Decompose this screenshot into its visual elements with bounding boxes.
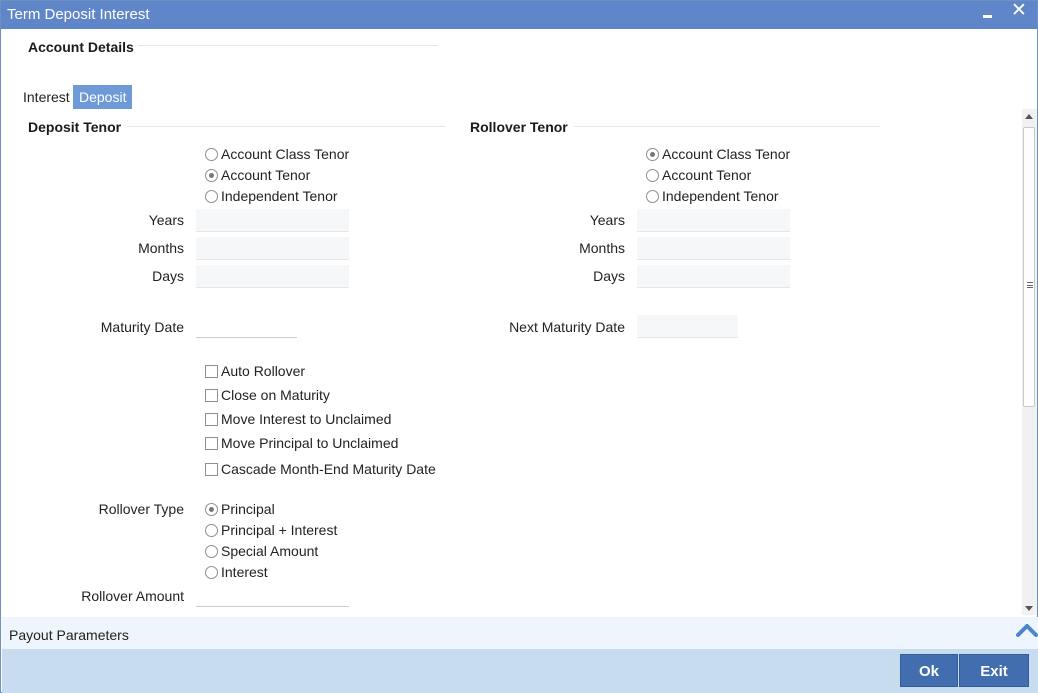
rollover-tenor-account-class-radio[interactable]: Account Class Tenor	[646, 145, 790, 163]
chevron-up-icon[interactable]	[1015, 620, 1038, 640]
rollover-type-label: Rollover Type	[98, 501, 184, 517]
ok-button[interactable]: Ok	[900, 654, 958, 687]
window-title: Term Deposit Interest	[7, 6, 150, 23]
radio-selected-icon	[205, 169, 218, 182]
deposit-tenor-account-tenor-radio[interactable]: Account Tenor	[205, 166, 310, 184]
deposit-days-label: Days	[152, 268, 184, 284]
checkbox-icon	[205, 413, 218, 426]
term-deposit-interest-window: Term Deposit Interest ✕ Account Details …	[0, 0, 1038, 693]
tab-deposit[interactable]: Deposit	[73, 85, 133, 109]
checkbox-icon	[205, 437, 218, 450]
deposit-months-label: Months	[138, 240, 184, 256]
checkbox-icon	[205, 463, 218, 476]
minimize-icon[interactable]	[979, 2, 997, 24]
divider	[138, 45, 438, 46]
move-principal-to-unclaimed-checkbox[interactable]: Move Principal to Unclaimed	[205, 434, 398, 452]
option-label: Principal + Interest	[221, 522, 338, 538]
option-label: Special Amount	[221, 543, 319, 559]
rollover-type-special-amount-radio[interactable]: Special Amount	[205, 542, 318, 560]
option-label: Account Class Tenor	[662, 146, 791, 162]
maturity-date-label: Maturity Date	[100, 319, 184, 335]
close-icon[interactable]: ✕	[1009, 1, 1029, 23]
tab-interest[interactable]: Interest	[17, 85, 76, 109]
option-label: Account Tenor	[221, 167, 311, 183]
checkbox-icon	[205, 389, 218, 402]
move-interest-to-unclaimed-checkbox[interactable]: Move Interest to Unclaimed	[205, 410, 391, 428]
close-on-maturity-checkbox[interactable]: Close on Maturity	[205, 386, 330, 404]
auto-rollover-checkbox[interactable]: Auto Rollover	[205, 362, 305, 380]
rollover-days-input[interactable]	[637, 265, 790, 288]
deposit-tenor-heading: Deposit Tenor	[28, 119, 122, 135]
rollover-tenor-heading: Rollover Tenor	[470, 119, 568, 135]
radio-icon	[205, 566, 218, 579]
checkbox-label: Move Interest to Unclaimed	[221, 411, 392, 427]
option-label: Account Tenor	[662, 167, 752, 183]
footer-bar: Ok Exit	[2, 649, 1038, 693]
radio-icon	[646, 169, 659, 182]
radio-selected-icon	[205, 503, 218, 516]
rollover-months-label: Months	[579, 240, 625, 256]
scrollbar-thumb[interactable]	[1023, 127, 1035, 407]
deposit-tenor-independent-radio[interactable]: Independent Tenor	[205, 187, 338, 205]
radio-icon	[205, 148, 218, 161]
deposit-months-input[interactable]	[196, 237, 349, 260]
rollover-amount-label: Rollover Amount	[81, 588, 184, 604]
checkbox-label: Close on Maturity	[221, 387, 330, 403]
deposit-tenor-account-class-radio[interactable]: Account Class Tenor	[205, 145, 349, 163]
option-label: Principal	[221, 501, 275, 517]
checkbox-icon	[205, 365, 218, 378]
rollover-years-label: Years	[589, 212, 625, 228]
radio-icon	[205, 524, 218, 537]
vertical-scrollbar[interactable]	[1022, 109, 1037, 615]
grip-icon	[1027, 282, 1033, 288]
scroll-down-icon[interactable]	[1025, 606, 1033, 611]
rollover-tenor-independent-radio[interactable]: Independent Tenor	[646, 187, 779, 205]
checkbox-label: Move Principal to Unclaimed	[221, 435, 399, 451]
radio-icon	[205, 190, 218, 203]
next-maturity-date-input[interactable]	[637, 315, 738, 338]
radio-icon	[205, 545, 218, 558]
rollover-years-input[interactable]	[637, 209, 790, 232]
rollover-type-interest-radio[interactable]: Interest	[205, 563, 268, 581]
next-maturity-date-label: Next Maturity Date	[509, 319, 625, 335]
rollover-amount-input[interactable]	[196, 584, 349, 607]
deposit-days-input[interactable]	[196, 265, 349, 288]
checkbox-label: Cascade Month-End Maturity Date	[221, 461, 436, 477]
maturity-date-input[interactable]	[196, 315, 297, 338]
option-label: Interest	[221, 564, 268, 580]
payout-parameters-label: Payout Parameters	[9, 627, 129, 643]
rollover-months-input[interactable]	[637, 237, 790, 260]
rollover-type-principal-radio[interactable]: Principal	[205, 500, 275, 518]
rollover-days-label: Days	[593, 268, 625, 284]
option-label: Independent Tenor	[662, 188, 779, 204]
cascade-month-end-maturity-checkbox[interactable]: Cascade Month-End Maturity Date	[205, 460, 436, 478]
divider	[127, 126, 445, 127]
title-bar: Term Deposit Interest ✕	[1, 1, 1037, 29]
rollover-tenor-account-tenor-radio[interactable]: Account Tenor	[646, 166, 751, 184]
option-label: Account Class Tenor	[221, 146, 350, 162]
option-label: Independent Tenor	[221, 188, 338, 204]
deposit-years-label: Years	[148, 212, 184, 228]
scroll-up-icon[interactable]	[1025, 114, 1033, 119]
radio-selected-icon	[646, 148, 659, 161]
divider	[574, 126, 880, 127]
checkbox-label: Auto Rollover	[221, 363, 306, 379]
deposit-years-input[interactable]	[196, 209, 349, 232]
radio-icon	[646, 190, 659, 203]
rollover-type-principal-interest-radio[interactable]: Principal + Interest	[205, 521, 337, 539]
payout-parameters-bar[interactable]: Payout Parameters	[2, 617, 1038, 649]
account-details-heading: Account Details	[28, 39, 134, 55]
exit-button[interactable]: Exit	[959, 654, 1029, 687]
